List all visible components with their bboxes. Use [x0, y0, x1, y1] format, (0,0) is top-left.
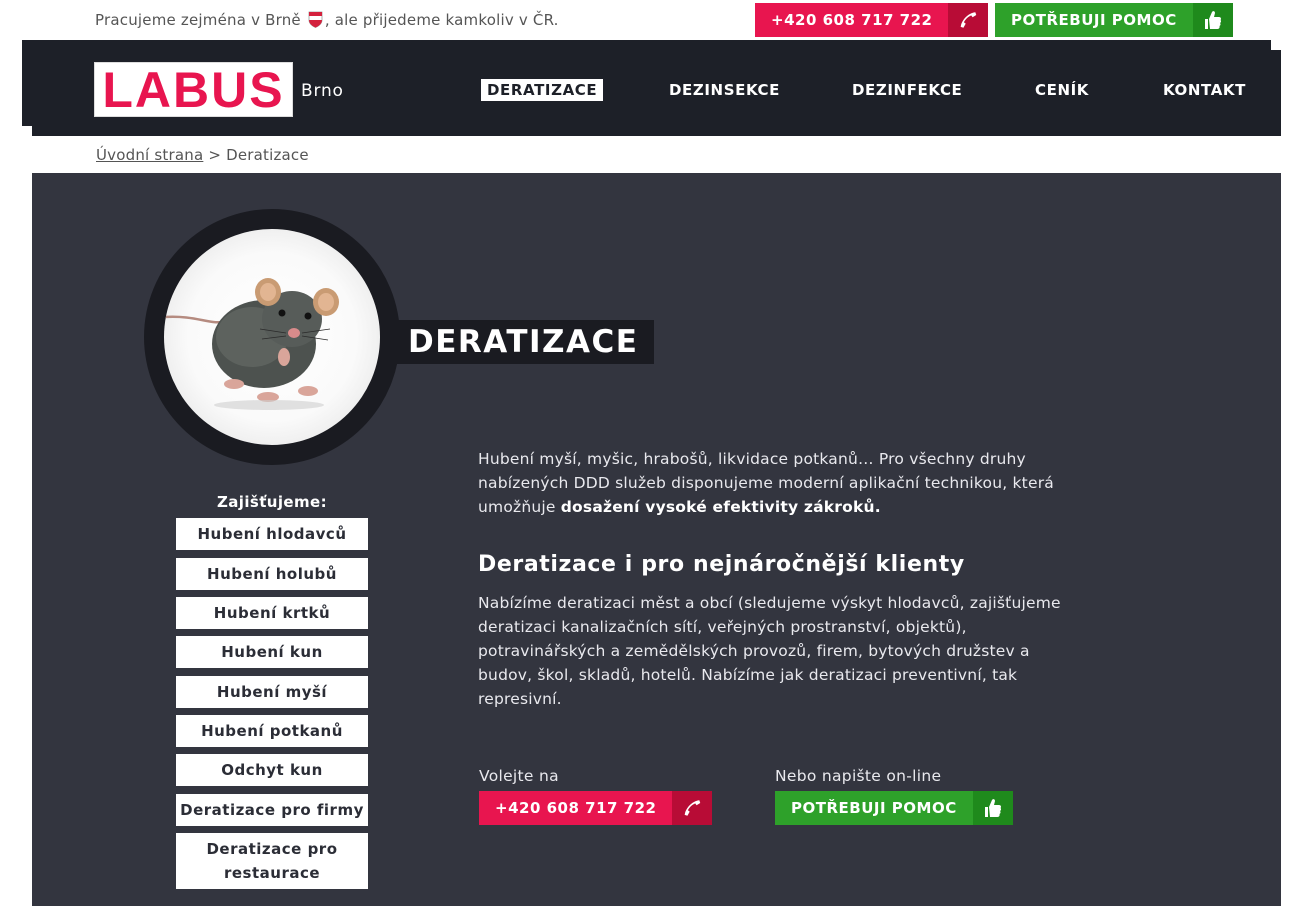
- tagline-text-after: , ale přijedeme kamkoliv v ČR.: [324, 11, 559, 29]
- nav-cenik[interactable]: CENÍK: [1035, 81, 1089, 99]
- cta-help-label: POTŘEBUJI POMOC: [775, 791, 973, 825]
- section-heading: Deratizace i pro nejnáročnější klienty: [478, 552, 965, 577]
- sidebar-item-hubeni-krtku[interactable]: Hubení krtků: [176, 597, 368, 629]
- breadcrumb-separator: >: [208, 146, 222, 164]
- sidebar-item-hubeni-holubu[interactable]: Hubení holubů: [176, 558, 368, 590]
- nav-dezinfekce[interactable]: DEZINFEKCE: [852, 81, 962, 99]
- nav-deratizace[interactable]: DERATIZACE: [481, 79, 604, 101]
- rat-image: [164, 229, 380, 445]
- breadcrumb-current: Deratizace: [226, 146, 309, 164]
- sidebar-item-hubeni-kun[interactable]: Hubení kun: [176, 636, 368, 668]
- sidebar-item-deratizace-pro-firmy[interactable]: Deratizace pro firmy: [176, 794, 368, 826]
- phone-icon: [948, 3, 989, 37]
- sidebar-item-hubeni-hlodavcu[interactable]: Hubení hlodavců: [176, 518, 368, 550]
- nav-kontakt[interactable]: KONTAKT: [1163, 81, 1246, 99]
- top-help-label: POTŘEBUJI POMOC: [995, 3, 1193, 37]
- hero-circle: [144, 209, 400, 465]
- logo[interactable]: LABUS: [94, 62, 293, 117]
- rat-illustration: [164, 278, 339, 410]
- cta-help-button[interactable]: POTŘEBUJI POMOC: [775, 791, 1013, 825]
- sidebar-item-hubeni-potkanu[interactable]: Hubení potkanů: [176, 715, 368, 747]
- intro-paragraph: Hubení myší, myšic, hrabošů, likvidace p…: [478, 447, 1088, 519]
- sidebar-heading: Zajišťujeme:: [217, 493, 327, 511]
- cta-phone-caption: Volejte na: [479, 767, 559, 785]
- thumbs-up-icon: [972, 791, 1013, 825]
- main-content: DERATIZACE Zajišťujeme: Hubení hlodavců …: [32, 173, 1281, 906]
- cta-phone-button[interactable]: +420 608 717 722: [479, 791, 713, 825]
- sidebar-item-odchyt-kun[interactable]: Odchyt kun: [176, 754, 368, 786]
- breadcrumb: Úvodní strana > Deratizace: [96, 146, 309, 164]
- main-header: LABUS Brno DERATIZACE DEZINSEKCE DEZINFE…: [32, 50, 1281, 136]
- city-label: Brno: [301, 81, 344, 101]
- tagline-text-before: Pracujeme zejména v Brně: [95, 11, 301, 29]
- tagline: Pracujeme zejména v Brně , ale přijedeme…: [95, 11, 559, 29]
- thumbs-up-icon: [1192, 3, 1233, 37]
- top-phone-button[interactable]: +420 608 717 722: [755, 3, 989, 37]
- top-phone-label: +420 608 717 722: [755, 3, 949, 37]
- brno-flag-icon: [308, 11, 323, 28]
- cta-phone-label: +420 608 717 722: [479, 791, 673, 825]
- cta-help-caption: Nebo napište on-line: [775, 767, 942, 785]
- sidebar-item-hubeni-mysi[interactable]: Hubení myší: [176, 676, 368, 708]
- breadcrumb-home-link[interactable]: Úvodní strana: [96, 146, 203, 164]
- phone-icon: [672, 791, 713, 825]
- top-help-button[interactable]: POTŘEBUJI POMOC: [995, 3, 1233, 37]
- logo-text: LABUS: [102, 61, 285, 118]
- nav-dezinsekce[interactable]: DEZINSEKCE: [669, 81, 780, 99]
- intro-bold-text: dosažení vysoké efektivity zákroků.: [560, 498, 881, 516]
- top-bar: Pracujeme zejména v Brně , ale přijedeme…: [0, 0, 1315, 40]
- section-paragraph: Nabízíme deratizaci měst a obcí (sleduje…: [478, 594, 1061, 708]
- sidebar-item-deratizace-pro-restaurace[interactable]: Deratizace pro restaurace: [176, 833, 368, 889]
- page-title: DERATIZACE: [396, 320, 655, 364]
